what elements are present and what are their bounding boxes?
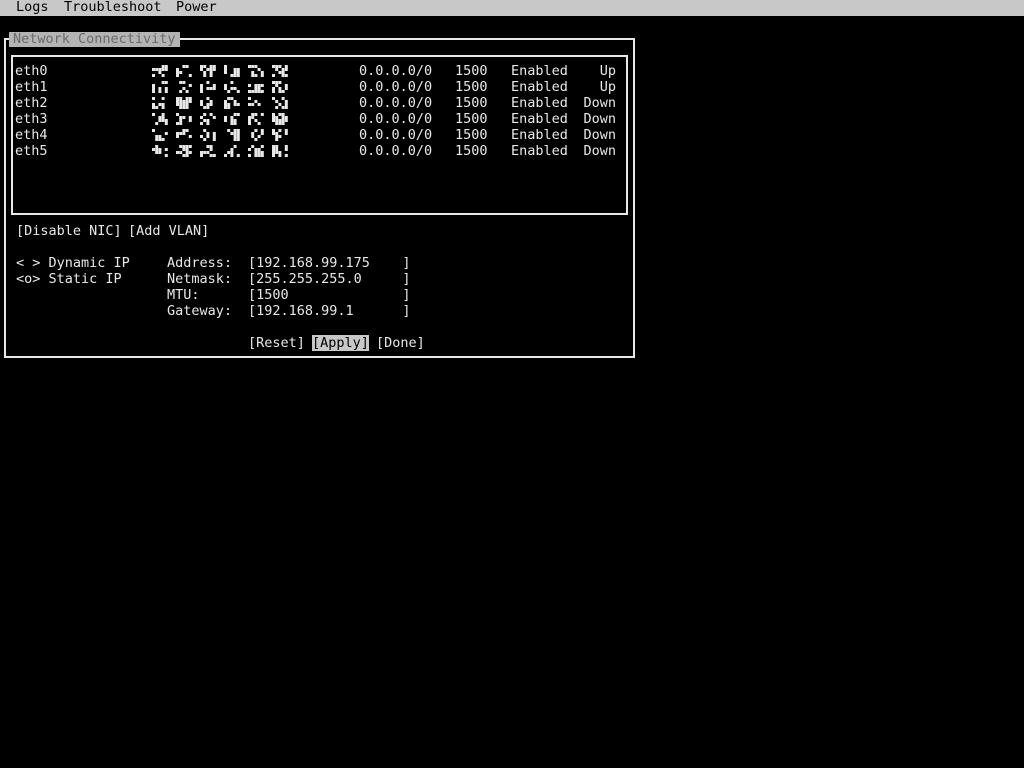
menu-power[interactable]: Power [176, 0, 217, 15]
nic-state: Enabled [511, 79, 568, 95]
dynamic-ip-radio[interactable]: < > Dynamic IP [16, 255, 130, 271]
reset-button[interactable]: [Reset] [248, 335, 305, 351]
nic-address: 0.0.0.0/0 [359, 63, 433, 79]
nic-row[interactable]: eth2 0.0.0.0/0 1500 Enabled Down [13, 95, 626, 111]
nic-address: 0.0.0.0/0 [359, 79, 433, 95]
nic-state: Enabled [511, 111, 568, 127]
nic-name: eth3 [15, 111, 48, 127]
add-vlan-button[interactable]: [Add VLAN] [128, 223, 209, 239]
nic-row[interactable]: eth3 0.0.0.0/0 1500 Enabled Down [13, 111, 626, 127]
nic-row[interactable]: eth0 0.0.0.0/0 1500 Enabled Up [13, 63, 626, 79]
nic-mtu: 1500 [455, 143, 488, 159]
nic-name: eth1 [15, 79, 48, 95]
gateway-field[interactable]: [192.168.99.1 ] [248, 303, 411, 319]
nic-mtu: 1500 [455, 111, 488, 127]
gateway-label: Gateway: [167, 303, 233, 319]
nic-name: eth2 [15, 95, 48, 111]
nic-row[interactable]: eth5 0.0.0.0/0 1500 Enabled Down [13, 143, 626, 159]
redacted-mac-address [152, 127, 296, 141]
apply-button[interactable]: [Apply] [312, 335, 369, 351]
nic-row[interactable]: eth4 0.0.0.0/0 1500 Enabled Down [13, 127, 626, 143]
menu-logs[interactable]: Logs [16, 0, 49, 15]
address-field[interactable]: [192.168.99.175 ] [248, 255, 411, 271]
netmask-field[interactable]: [255.255.255.0 ] [248, 271, 411, 287]
nic-state: Enabled [511, 143, 568, 159]
mtu-field[interactable]: [1500 ] [248, 287, 411, 303]
nic-state: Enabled [511, 127, 568, 143]
nic-state: Enabled [511, 95, 568, 111]
redacted-mac-address [152, 63, 296, 77]
nic-address: 0.0.0.0/0 [359, 111, 433, 127]
redacted-mac-address [152, 79, 296, 93]
disable-nic-button[interactable]: [Disable NIC] [16, 223, 122, 239]
redacted-mac-address [152, 111, 296, 125]
nic-link: Up [599, 63, 616, 79]
address-label: Address: [167, 255, 233, 271]
redacted-mac-address [152, 143, 296, 157]
nic-link: Down [583, 95, 616, 111]
nic-row[interactable]: eth1 0.0.0.0/0 1500 Enabled Up [13, 79, 626, 95]
nic-mtu: 1500 [455, 79, 488, 95]
dialog-title: Network Connectivity [9, 32, 180, 47]
nic-name: eth4 [15, 127, 48, 143]
nic-mtu: 1500 [455, 127, 488, 143]
nic-mtu: 1500 [455, 95, 488, 111]
menu-bar: Logs Troubleshoot Power [0, 0, 1024, 16]
nic-state: Enabled [511, 63, 568, 79]
nic-link: Down [583, 127, 616, 143]
redacted-mac-address [152, 95, 296, 109]
netmask-label: Netmask: [167, 271, 233, 287]
done-button[interactable]: [Done] [376, 335, 425, 351]
nic-list[interactable]: eth0 0.0.0.0/0 1500 Enabled Up eth1 0.0.0.0/0 1… [11, 55, 628, 215]
nic-link: Up [599, 79, 616, 95]
nic-link: Down [583, 143, 616, 159]
static-ip-radio[interactable]: <o> Static IP [16, 271, 122, 287]
nic-address: 0.0.0.0/0 [359, 127, 433, 143]
nic-name: eth5 [15, 143, 48, 159]
nic-address: 0.0.0.0/0 [359, 95, 433, 111]
nic-name: eth0 [15, 63, 48, 79]
menu-troubleshoot[interactable]: Troubleshoot [64, 0, 162, 15]
nic-link: Down [583, 111, 616, 127]
nic-address: 0.0.0.0/0 [359, 143, 433, 159]
mtu-label: MTU: [167, 287, 200, 303]
nic-mtu: 1500 [455, 63, 488, 79]
